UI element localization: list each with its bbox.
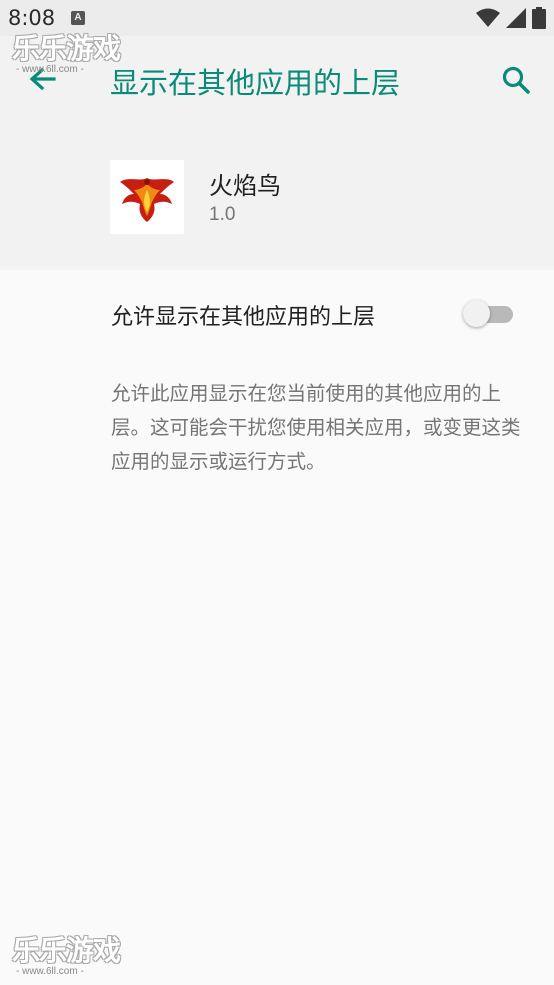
permission-description: 允许此应用显示在您当前使用的其他应用的上层。这可能会干扰您使用相关应用，或变更这…	[111, 382, 521, 473]
status-icons	[476, 7, 546, 29]
status-bar: 8:08 A	[0, 0, 554, 36]
app-header: 火焰鸟 1.0	[0, 126, 554, 270]
notification-icon: A	[71, 11, 85, 25]
page-title: 显示在其他应用的上层	[110, 66, 401, 100]
permission-label: 允许显示在其他应用的上层	[111, 305, 376, 330]
watermark-text: 乐乐游戏	[12, 934, 121, 967]
app-version: 1.0	[209, 204, 236, 225]
permission-toggle[interactable]	[463, 299, 513, 327]
search-icon	[502, 66, 530, 94]
watermark-url: - www.6ll.com -	[16, 64, 84, 75]
watermark-url: - www.6ll.com -	[16, 966, 84, 977]
toggle-thumb	[463, 300, 490, 327]
status-time: 8:08	[8, 6, 56, 30]
phoenix-icon	[120, 178, 174, 222]
watermark-bottom: 乐乐游戏 - www.6ll.com -	[12, 934, 121, 978]
wifi-icon	[476, 8, 500, 27]
cell-signal-icon	[506, 8, 526, 28]
app-name: 火焰鸟	[209, 172, 281, 200]
permission-switch-row[interactable]: 允许显示在其他应用的上层	[0, 270, 554, 356]
watermark-text: 乐乐游戏	[12, 32, 121, 65]
watermark-top: 乐乐游戏 - www.6ll.com -	[12, 32, 121, 76]
app-icon	[110, 160, 184, 234]
battery-icon	[532, 7, 546, 29]
search-button[interactable]	[496, 60, 536, 100]
